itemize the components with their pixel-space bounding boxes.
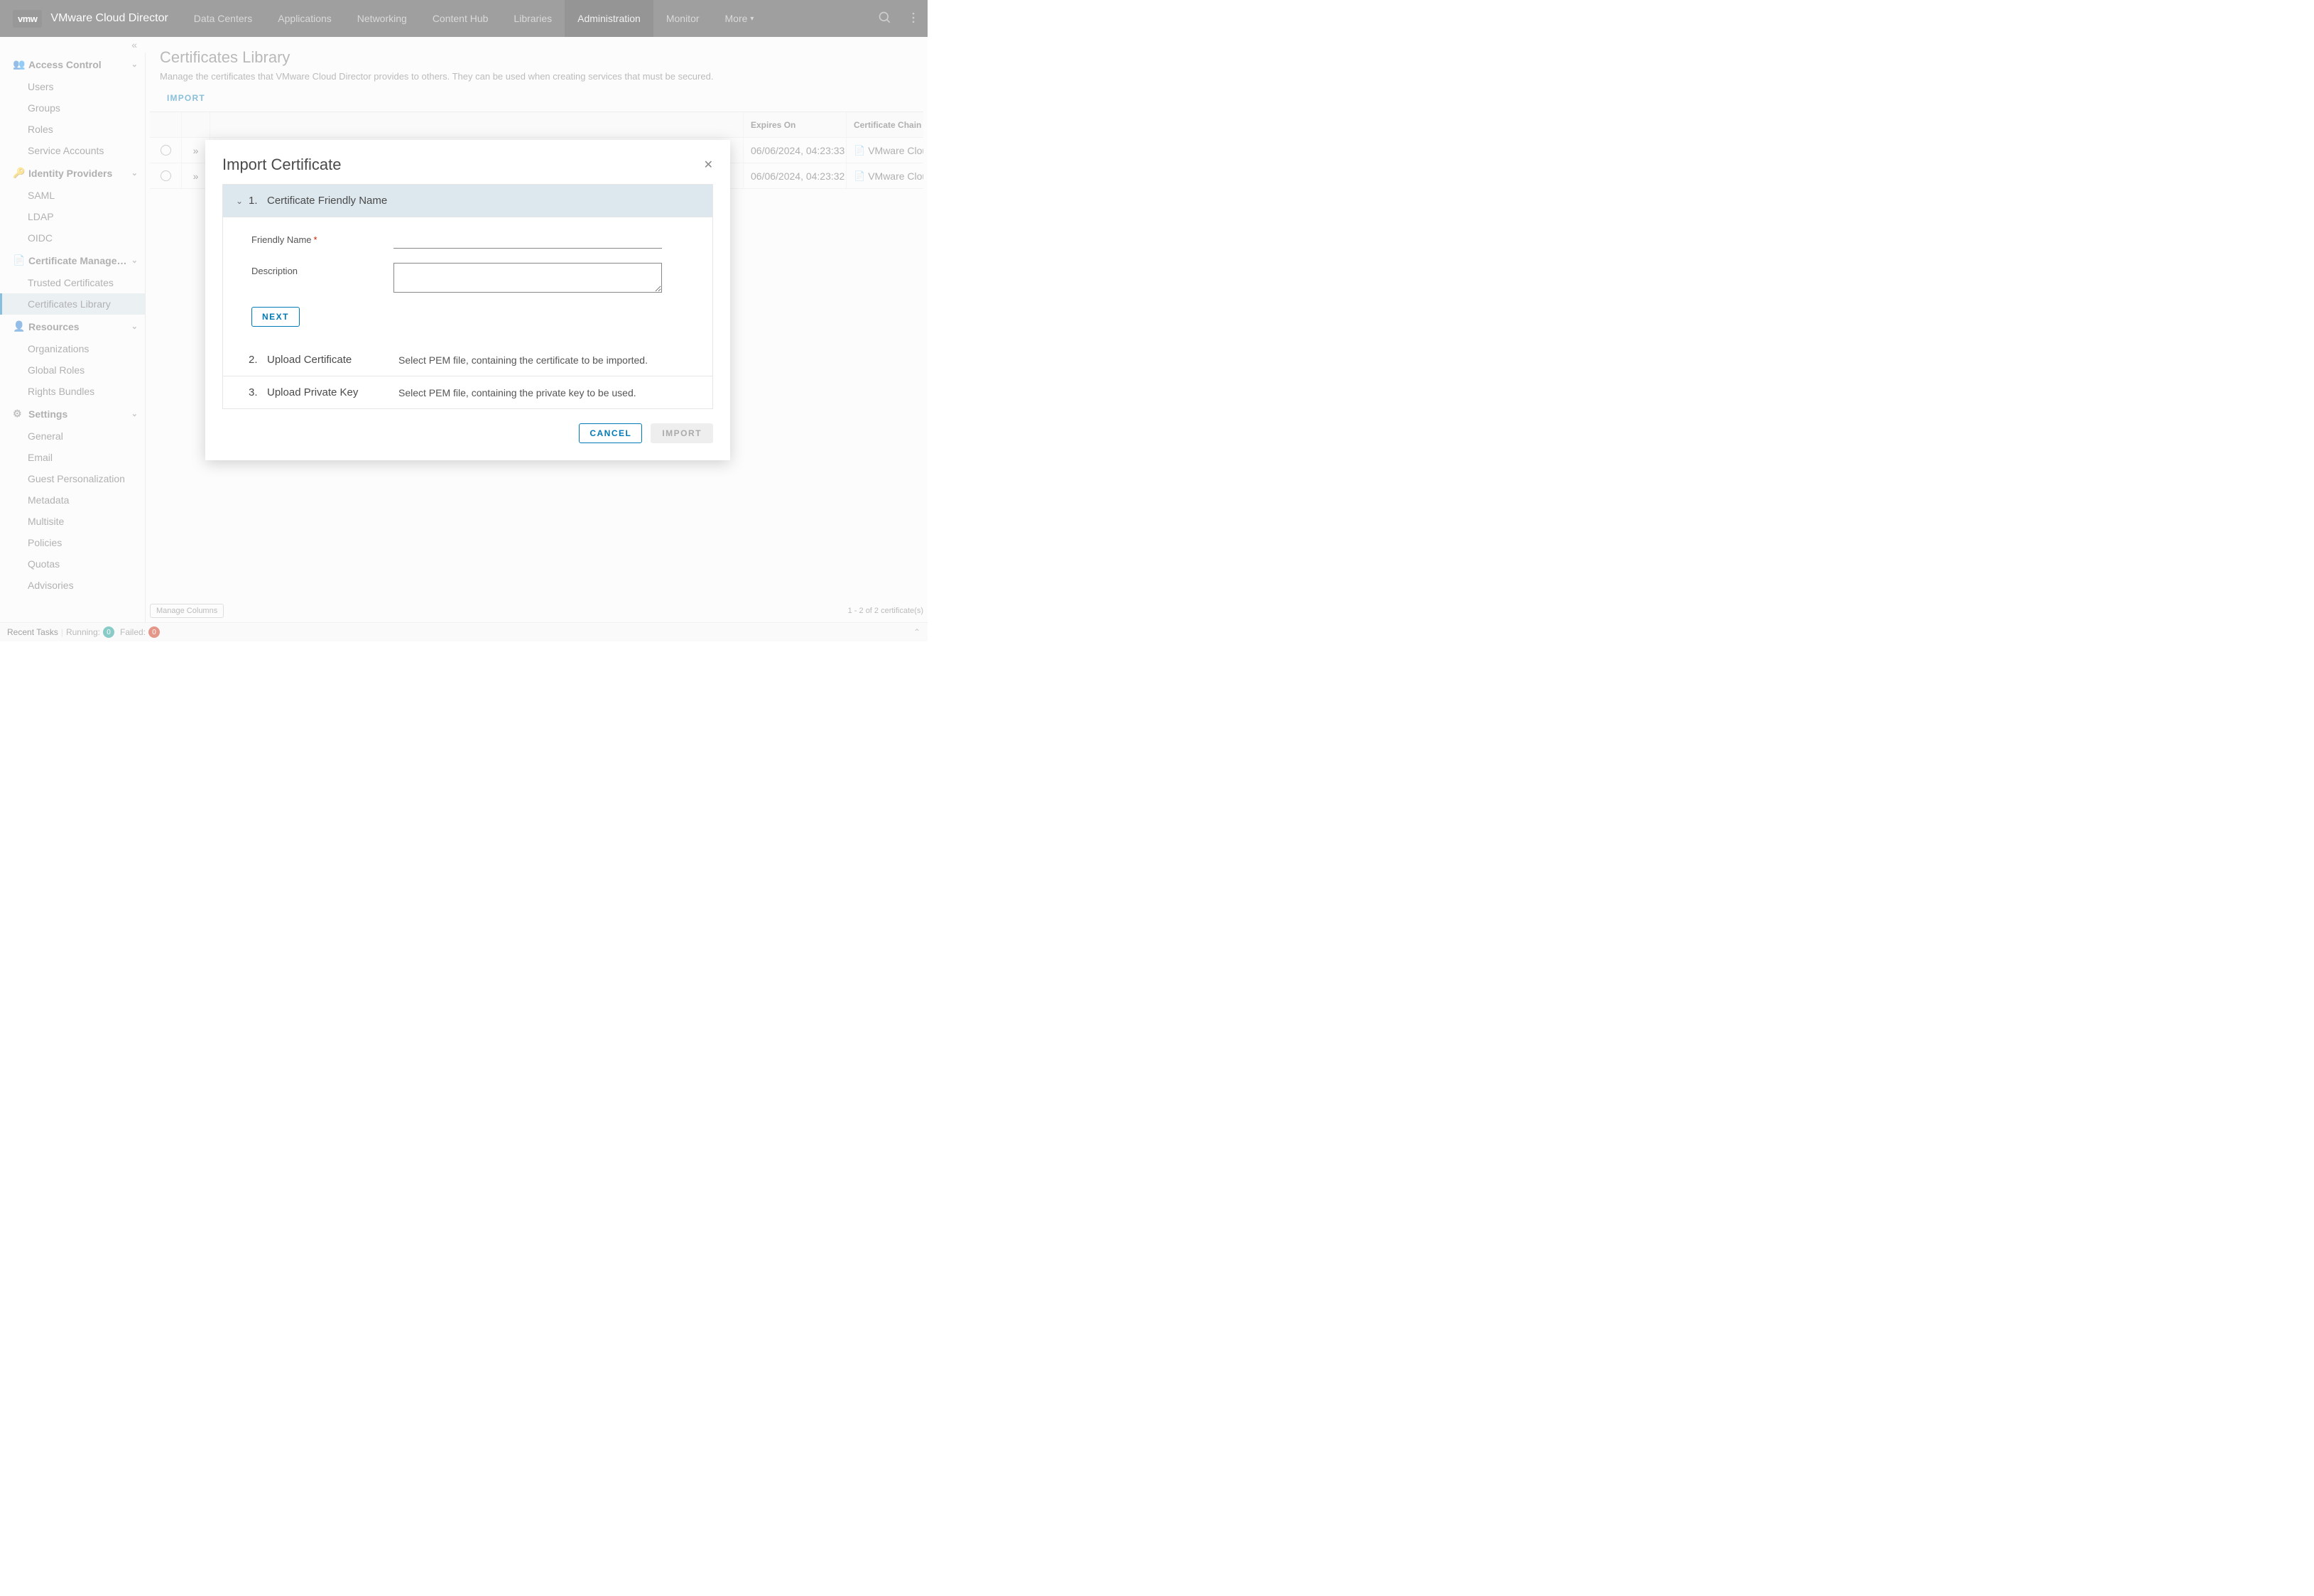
next-button[interactable]: NEXT	[251, 307, 300, 327]
step-2-header[interactable]: 2. Upload Certificate Select PEM file, c…	[223, 344, 712, 376]
step-number: 1.	[249, 195, 267, 207]
import-button: IMPORT	[651, 423, 713, 443]
close-icon[interactable]: ✕	[704, 158, 713, 172]
step-description: Select PEM file, containing the private …	[398, 387, 636, 398]
step-title: Upload Private Key	[267, 386, 398, 398]
step-title: Certificate Friendly Name	[267, 195, 398, 207]
chevron-down-icon: ⌄	[236, 196, 249, 206]
wizard-stepper: ⌄ 1. Certificate Friendly Name Friendly …	[222, 184, 713, 409]
step-1-body: Friendly Name* Description NEXT	[223, 217, 712, 344]
step-number: 3.	[249, 386, 267, 398]
friendly-name-input[interactable]	[393, 232, 662, 249]
step-description: Select PEM file, containing the certific…	[398, 354, 648, 366]
import-certificate-modal: Import Certificate ✕ ⌄ 1. Certificate Fr…	[205, 140, 730, 460]
description-label: Description	[251, 263, 393, 276]
cancel-button[interactable]: CANCEL	[579, 423, 642, 443]
step-1-header[interactable]: ⌄ 1. Certificate Friendly Name	[223, 185, 712, 217]
modal-title: Import Certificate	[222, 156, 342, 174]
step-3-header[interactable]: 3. Upload Private Key Select PEM file, c…	[223, 376, 712, 408]
step-title: Upload Certificate	[267, 354, 398, 366]
friendly-name-label: Friendly Name*	[251, 232, 393, 245]
step-number: 2.	[249, 354, 267, 366]
description-textarea[interactable]	[393, 263, 662, 293]
